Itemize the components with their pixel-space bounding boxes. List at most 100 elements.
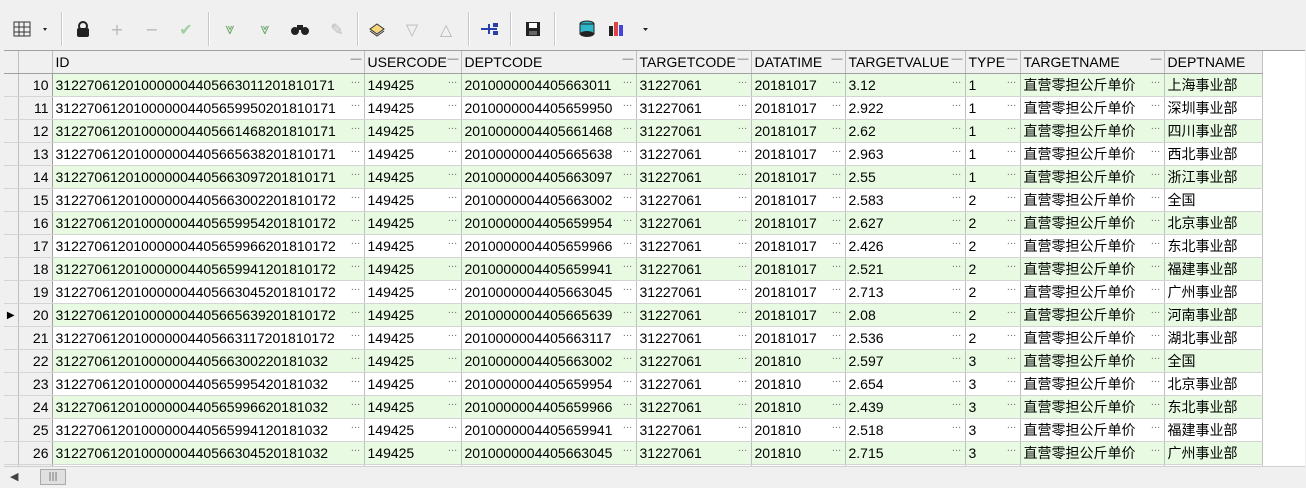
cell-editor-ellipsis-icon[interactable]: … — [1151, 420, 1161, 431]
row-indicator[interactable] — [4, 211, 19, 235]
cell-deptcode[interactable]: 2010000004405665638… — [461, 142, 637, 166]
row-indicator[interactable] — [4, 119, 19, 143]
cell-editor-ellipsis-icon[interactable]: … — [1007, 305, 1017, 316]
horizontal-scrollbar[interactable]: ◀ ||| — [4, 466, 1305, 487]
cell-targetvalue[interactable]: 2.62… — [845, 119, 966, 143]
cell-editor-ellipsis-icon[interactable]: … — [448, 282, 458, 293]
column-header-targetname[interactable]: TARGETNAME — — [1020, 51, 1165, 74]
cell-editor-ellipsis-icon[interactable]: … — [952, 397, 962, 408]
cell-editor-ellipsis-icon[interactable]: … — [738, 144, 748, 155]
save-button[interactable] — [518, 14, 548, 44]
cell-editor-ellipsis-icon[interactable]: … — [351, 397, 361, 408]
cell-deptcode[interactable]: 2010000004405659966… — [461, 234, 637, 258]
cell-editor-ellipsis-icon[interactable]: … — [1151, 397, 1161, 408]
cell-datatime[interactable]: 201810… — [751, 395, 846, 419]
cell-editor-ellipsis-icon[interactable]: … — [623, 305, 633, 316]
cell-targetname[interactable]: 直营零担公斤单价… — [1020, 142, 1165, 166]
table-row[interactable]: 12 312270612010000004405661468201810171… 1… — [4, 119, 1263, 143]
cell-deptname[interactable]: 东北事业部 — [1164, 234, 1263, 258]
cell-usercode[interactable]: 149425… — [364, 280, 462, 304]
row-number[interactable]: 23 — [18, 372, 53, 396]
cell-editor-ellipsis-icon[interactable]: … — [832, 144, 842, 155]
cell-editor-ellipsis-icon[interactable]: … — [448, 98, 458, 109]
row-number[interactable]: 22 — [18, 349, 53, 373]
cell-editor-ellipsis-icon[interactable]: … — [738, 98, 748, 109]
row-number[interactable]: 25 — [18, 418, 53, 442]
cell-usercode[interactable]: 149425… — [364, 96, 462, 120]
cell-deptname[interactable]: 东北事业部 — [1164, 395, 1263, 419]
cell-editor-ellipsis-icon[interactable]: … — [952, 305, 962, 316]
cell-targetcode[interactable]: 31227061… — [636, 142, 752, 166]
cell-editor-ellipsis-icon[interactable]: … — [832, 305, 842, 316]
cell-editor-ellipsis-icon[interactable]: … — [351, 144, 361, 155]
cell-deptcode[interactable]: 2010000004405659966… — [461, 395, 637, 419]
row-indicator[interactable] — [4, 257, 19, 281]
cell-datatime[interactable]: 201810… — [751, 418, 846, 442]
cell-targetname[interactable]: 直营零担公斤单价… — [1020, 418, 1165, 442]
cell-editor-ellipsis-icon[interactable]: … — [623, 167, 633, 178]
cell-editor-ellipsis-icon[interactable]: … — [832, 374, 842, 385]
database-button[interactable] — [572, 14, 602, 44]
cell-id[interactable]: 312270612010000004405663117201810172… — [52, 326, 365, 350]
cell-editor-ellipsis-icon[interactable]: … — [738, 282, 748, 293]
cell-editor-ellipsis-icon[interactable]: … — [448, 190, 458, 201]
cell-targetname[interactable]: 直营零担公斤单价… — [1020, 96, 1165, 120]
cell-usercode[interactable]: 149425… — [364, 395, 462, 419]
cell-editor-ellipsis-icon[interactable]: … — [952, 328, 962, 339]
cell-editor-ellipsis-icon[interactable]: … — [952, 351, 962, 362]
cell-editor-ellipsis-icon[interactable]: … — [1151, 282, 1161, 293]
cell-editor-ellipsis-icon[interactable]: … — [832, 75, 842, 86]
cell-type[interactable]: 2… — [965, 234, 1021, 258]
export-button[interactable] — [362, 14, 392, 44]
cell-type[interactable]: 1… — [965, 96, 1021, 120]
cell-editor-ellipsis-icon[interactable]: … — [623, 420, 633, 431]
table-row[interactable]: 14 312270612010000004405663097201810171… 1… — [4, 165, 1263, 189]
cell-editor-ellipsis-icon[interactable]: … — [738, 374, 748, 385]
cell-targetname[interactable]: 直营零担公斤单价… — [1020, 441, 1165, 465]
cell-editor-ellipsis-icon[interactable]: … — [1007, 374, 1017, 385]
table-row[interactable]: 13 312270612010000004405665638201810171… 1… — [4, 142, 1263, 166]
cell-targetvalue[interactable]: 2.597… — [845, 349, 966, 373]
row-indicator[interactable] — [4, 395, 19, 419]
cell-editor-ellipsis-icon[interactable]: … — [448, 213, 458, 224]
table-row[interactable]: 18 312270612010000004405659941201810172… 1… — [4, 257, 1263, 281]
row-number[interactable]: 16 — [18, 211, 53, 235]
cell-editor-ellipsis-icon[interactable]: … — [1151, 98, 1161, 109]
row-number[interactable]: 24 — [18, 395, 53, 419]
row-number[interactable]: 15 — [18, 188, 53, 212]
cell-editor-ellipsis-icon[interactable]: … — [351, 190, 361, 201]
cell-editor-ellipsis-icon[interactable]: … — [832, 282, 842, 293]
cell-id[interactable]: 312270612010000004405659954201810172… — [52, 211, 365, 235]
row-number[interactable]: 18 — [18, 257, 53, 281]
cell-type[interactable]: 3… — [965, 349, 1021, 373]
cell-datatime[interactable]: 20181017… — [751, 96, 846, 120]
cell-editor-ellipsis-icon[interactable]: … — [1151, 236, 1161, 247]
structure-button[interactable] — [474, 14, 504, 44]
cell-editor-ellipsis-icon[interactable]: … — [1007, 328, 1017, 339]
cell-deptname[interactable]: 四川事业部 — [1164, 119, 1263, 143]
clear-filter-button[interactable]: ✎ — [322, 14, 352, 44]
cell-editor-ellipsis-icon[interactable]: … — [738, 397, 748, 408]
cell-editor-ellipsis-icon[interactable]: … — [738, 351, 748, 362]
cell-editor-ellipsis-icon[interactable]: … — [952, 121, 962, 132]
cell-type[interactable]: 2… — [965, 280, 1021, 304]
cell-editor-ellipsis-icon[interactable]: … — [1007, 167, 1017, 178]
row-indicator[interactable] — [4, 73, 19, 97]
row-number[interactable]: 10 — [18, 73, 53, 97]
cell-datatime[interactable]: 20181017… — [751, 142, 846, 166]
cell-editor-ellipsis-icon[interactable]: … — [623, 259, 633, 270]
cell-targetcode[interactable]: 31227061… — [636, 326, 752, 350]
cell-editor-ellipsis-icon[interactable]: … — [448, 144, 458, 155]
row-indicator[interactable] — [4, 188, 19, 212]
cell-editor-ellipsis-icon[interactable]: … — [623, 190, 633, 201]
cell-deptcode[interactable]: 2010000004405659941… — [461, 257, 637, 281]
row-number[interactable]: 21 — [18, 326, 53, 350]
cell-type[interactable]: 2… — [965, 303, 1021, 327]
sort-down-button[interactable]: ⩔ — [215, 14, 245, 44]
cell-id[interactable]: 312270612010000004405665639201810172… — [52, 303, 365, 327]
cell-type[interactable]: 3… — [965, 372, 1021, 396]
cell-deptcode[interactable]: 2010000004405665639… — [461, 303, 637, 327]
cell-editor-ellipsis-icon[interactable]: … — [1151, 443, 1161, 454]
table-row[interactable]: 23 31227061201000000440565995420181032… 14… — [4, 372, 1263, 396]
cell-editor-ellipsis-icon[interactable]: … — [952, 259, 962, 270]
